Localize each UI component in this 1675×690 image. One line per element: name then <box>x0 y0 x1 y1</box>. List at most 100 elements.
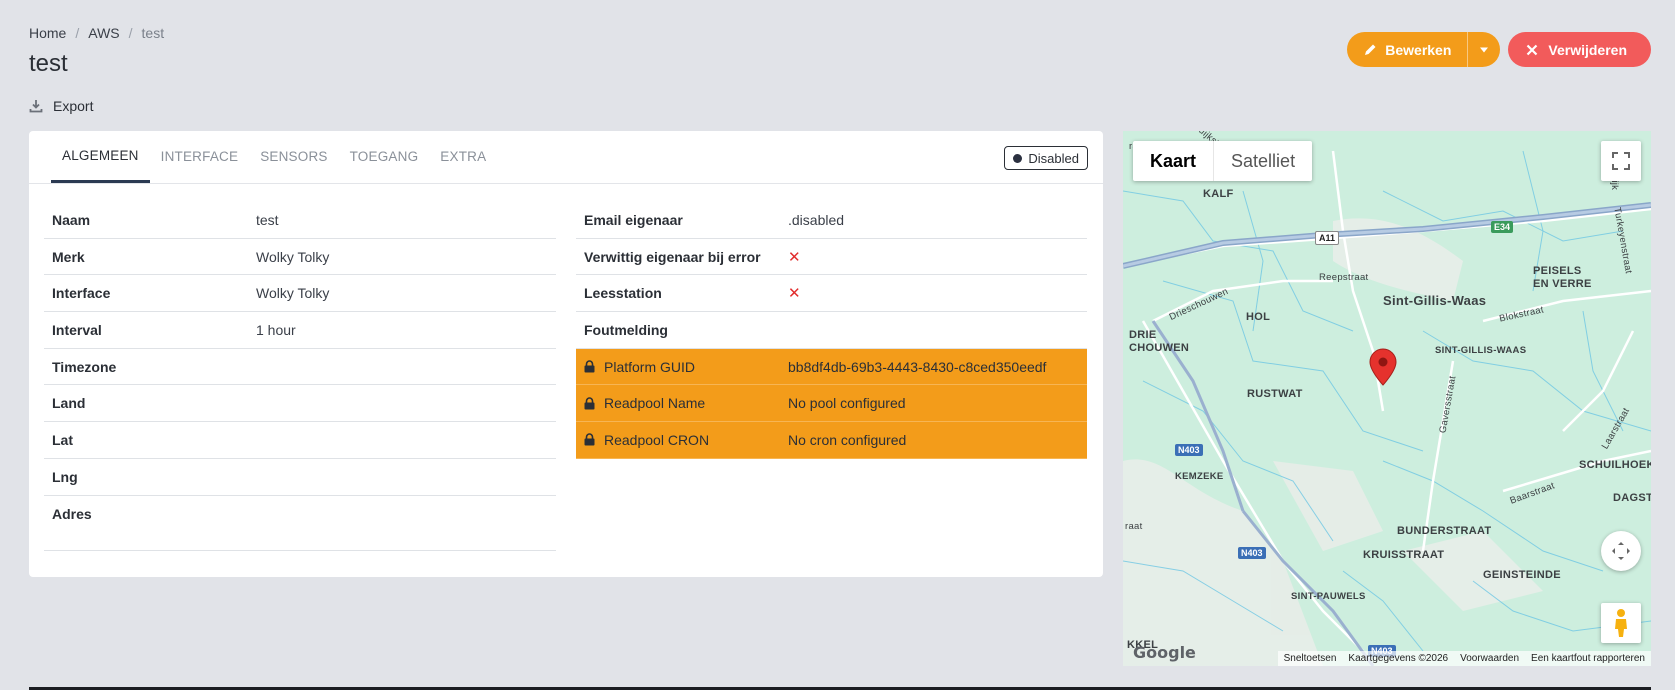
map-label: SINT-GILLIS-WAAS <box>1435 345 1527 356</box>
field-row-land: Land <box>44 385 556 423</box>
map-label: DAGSTI <box>1613 492 1651 504</box>
report-error-link[interactable]: Een kaartfout rapporteren <box>1531 653 1645 664</box>
cross-icon: ✕ <box>788 285 801 303</box>
delete-button[interactable]: Verwijderen <box>1508 32 1651 67</box>
field-row-interval: Interval 1 hour <box>44 312 556 349</box>
field-label: Interface <box>52 285 111 302</box>
breadcrumb-separator: / <box>128 25 133 41</box>
terms-link[interactable]: Voorwaarden <box>1460 653 1519 664</box>
lock-icon <box>584 360 595 373</box>
lock-icon <box>584 397 595 410</box>
breadcrumb: Home / AWS / test <box>29 25 164 41</box>
details-card: ALGEMEEN INTERFACE SENSORS TOEGANG EXTRA… <box>29 131 1103 577</box>
field-label: Naam <box>52 211 91 228</box>
map-type-kaart[interactable]: Kaart <box>1133 141 1215 181</box>
tab-algemeen[interactable]: ALGEMEEN <box>51 131 150 183</box>
tab-toegang[interactable]: TOEGANG <box>339 131 430 183</box>
field-label: Email eigenaar <box>584 211 683 228</box>
field-label: Land <box>52 395 86 412</box>
locked-row-readpool-cron: Readpool CRON No cron configured <box>576 422 1087 459</box>
field-row-verwittig: Verwittig eigenaar bij error ✕ <box>576 239 1087 276</box>
field-label: Readpool CRON <box>584 432 788 448</box>
edit-button[interactable]: Bewerken <box>1347 32 1467 67</box>
map-footer: Sneltoetsen Kaartgegevens ©2026 Voorwaar… <box>1277 651 1651 666</box>
edit-dropdown-toggle[interactable] <box>1467 32 1500 67</box>
field-label: Verwittig eigenaar bij error <box>584 248 761 265</box>
map[interactable]: KALF HOL DRIE CHOUWEN Sint-Gillis-Waas S… <box>1123 131 1651 666</box>
map-label: DRIE <box>1129 329 1157 341</box>
field-row-leesstation: Leesstation ✕ <box>576 275 1087 313</box>
field-row-interface: Interface Wolky Tolky <box>44 275 556 313</box>
field-row-foutmelding: Foutmelding <box>576 312 1087 349</box>
map-background <box>1123 131 1651 666</box>
breadcrumb-current: test <box>141 25 165 41</box>
page-title: test <box>29 50 68 77</box>
fullscreen-button[interactable] <box>1601 141 1641 181</box>
breadcrumb-aws[interactable]: AWS <box>88 25 119 41</box>
field-label-text: Readpool CRON <box>604 431 710 448</box>
status-dot-icon <box>1013 153 1023 163</box>
field-value: 1 hour <box>256 321 296 338</box>
general-fields-right: Email eigenaar .disabled Verwittig eigena… <box>576 202 1087 459</box>
field-label: Lat <box>52 431 73 448</box>
map-label: SINT-PAUWELS <box>1291 591 1366 602</box>
pegman-icon <box>1615 609 1627 637</box>
keyboard-shortcuts-link[interactable]: Sneltoetsen <box>1284 653 1337 664</box>
page-actions: Bewerken Verwijderen <box>1347 32 1651 67</box>
field-row-adres: Adres <box>44 496 556 551</box>
tab-interface[interactable]: INTERFACE <box>150 131 250 183</box>
street-view-button[interactable] <box>1601 603 1641 643</box>
tab-extra[interactable]: EXTRA <box>429 131 497 183</box>
tab-sensors[interactable]: SENSORS <box>249 131 338 183</box>
general-fields-left: Naam test Merk Wolky Tolky Interface Wolky … <box>44 202 556 551</box>
export-button[interactable]: Export <box>29 98 93 114</box>
field-value: Wolky Tolky <box>256 248 330 265</box>
field-label-text: Platform GUID <box>604 358 696 375</box>
map-label: PEISELS <box>1533 265 1582 277</box>
field-row-merk: Merk Wolky Tolky <box>44 239 556 276</box>
map-label: KRUISSTRAAT <box>1363 549 1445 561</box>
close-icon <box>1527 44 1538 55</box>
map-label: CHOUWEN <box>1129 342 1190 354</box>
map-label: Reepstraat <box>1319 272 1369 283</box>
download-icon <box>29 100 43 113</box>
map-label: HOL <box>1246 311 1271 323</box>
road-shield: N403 <box>1175 444 1203 456</box>
camera-move-icon <box>1612 542 1630 560</box>
field-label: Platform GUID <box>584 359 788 375</box>
field-label: Interval <box>52 321 102 338</box>
edit-label: Bewerken <box>1385 41 1452 58</box>
road-shield: A11 <box>1315 231 1340 245</box>
map-label: KALF <box>1203 188 1234 200</box>
map-label: raat <box>1125 521 1143 532</box>
road-shield: E34 <box>1491 221 1514 233</box>
breadcrumb-separator: / <box>75 25 80 41</box>
camera-control-button[interactable] <box>1601 531 1641 571</box>
map-type-control: Kaart Satelliet <box>1133 141 1313 181</box>
export-label: Export <box>53 98 94 114</box>
field-value: test <box>256 211 279 228</box>
field-row-timezone: Timezone <box>44 349 556 386</box>
map-label: EN VERRE <box>1533 278 1592 290</box>
locked-row-readpool-name: Readpool Name No pool configured <box>576 385 1087 423</box>
locked-row-platform-guid: Platform GUID bb8df4db-69b3-4443-8430-c8… <box>576 348 1087 386</box>
map-label: Sint-Gillis-Waas <box>1383 293 1487 308</box>
field-value: bb8df4db-69b3-4443-8430-c8ced350eedf <box>788 358 1047 375</box>
field-row-naam: Naam test <box>44 202 556 239</box>
field-label: Foutmelding <box>584 321 668 338</box>
field-label: Readpool Name <box>584 395 788 411</box>
breadcrumb-home[interactable]: Home <box>29 25 66 41</box>
pencil-icon <box>1365 44 1376 55</box>
field-value: No pool configured <box>788 395 906 412</box>
field-label: Adres <box>52 505 92 522</box>
edit-button-group: Bewerken <box>1347 32 1501 67</box>
field-label: Lng <box>52 468 78 485</box>
field-label-text: Readpool Name <box>604 395 706 412</box>
field-value: .disabled <box>788 211 845 228</box>
status-label: Disabled <box>1028 150 1079 166</box>
map-label: SCHUILHOEK <box>1579 459 1651 471</box>
lock-icon <box>584 433 595 446</box>
map-type-satelliet[interactable]: Satelliet <box>1214 141 1312 181</box>
map-label: GEINSTEINDE <box>1483 569 1561 581</box>
map-label: KEMZEKE <box>1175 471 1224 482</box>
